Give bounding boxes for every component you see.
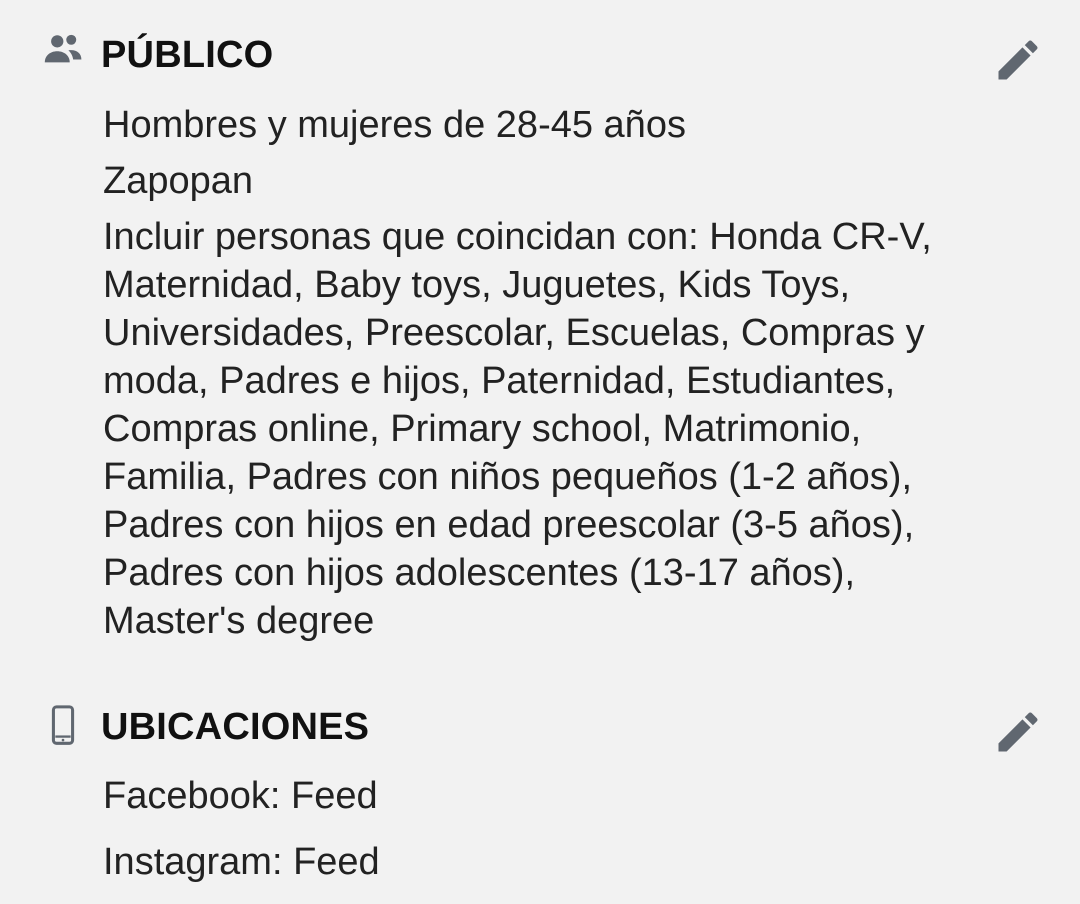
placements-title: UBICACIONES xyxy=(101,706,370,748)
edit-audience-button[interactable] xyxy=(992,34,1044,86)
audience-title: PÚBLICO xyxy=(101,34,274,76)
edit-placements-button[interactable] xyxy=(992,706,1044,758)
pencil-icon xyxy=(998,40,1038,80)
interests-line: Padres con hijos adolescentes (13-17 año… xyxy=(103,552,856,594)
placements-section: UBICACIONES Facebook: Feed Instagram: Fe… xyxy=(0,690,1080,887)
audience-details: Hombres y mujeres de 28-45 años Zapopan … xyxy=(103,101,1063,645)
interests-line: Universidades, Preescolar, Escuelas, Com… xyxy=(103,312,925,354)
people-icon xyxy=(44,34,82,63)
interests-line: Familia, Padres con niños pequeños (1-2 … xyxy=(103,456,913,498)
location-text: Zapopan xyxy=(103,160,254,202)
interests-line: Incluir personas que coincidan con: Hond… xyxy=(103,216,932,258)
placement-item: Facebook: Feed xyxy=(103,775,378,817)
phone-icon xyxy=(51,705,75,745)
interests-line: Maternidad, Baby toys, Juguetes, Kids To… xyxy=(103,264,851,306)
placements-list: Facebook: Feed Instagram: Feed xyxy=(103,772,1063,904)
interests-line: moda, Padres e hijos, Paternidad, Estudi… xyxy=(103,360,896,402)
age-gender-text: Hombres y mujeres de 28-45 años xyxy=(103,104,686,146)
interests-line: Padres con hijos en edad preescolar (3-5… xyxy=(103,504,915,546)
placement-item: Instagram: Feed xyxy=(103,841,380,883)
pencil-icon xyxy=(998,712,1038,752)
audience-section: PÚBLICO Hombres y mujeres de 28-45 años … xyxy=(0,0,1080,660)
interests-line: Master's degree xyxy=(103,600,375,642)
interests-line: Compras online, Primary school, Matrimon… xyxy=(103,408,862,450)
